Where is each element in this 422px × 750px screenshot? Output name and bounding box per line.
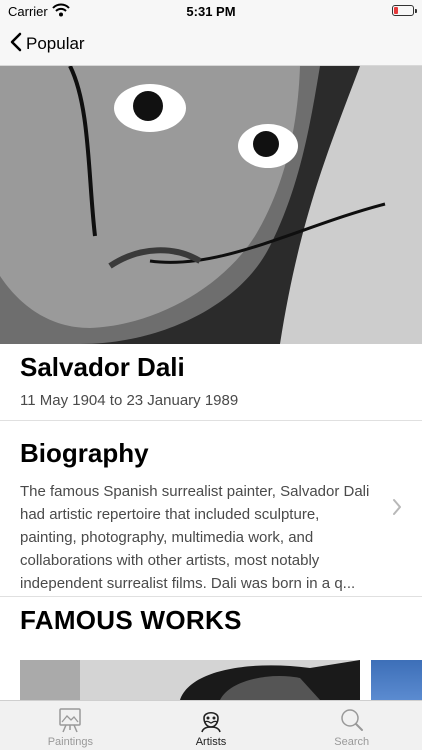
- divider: [0, 420, 422, 421]
- divider: [0, 596, 422, 597]
- easel-icon: [57, 707, 83, 738]
- battery-level: [394, 7, 398, 14]
- chevron-left-icon: [10, 32, 22, 57]
- back-button[interactable]: Popular: [10, 30, 85, 58]
- tab-artists[interactable]: Artists: [141, 701, 282, 750]
- tab-paintings[interactable]: Paintings: [0, 701, 141, 750]
- back-button-label: Popular: [26, 34, 85, 53]
- battery-icon: [392, 5, 417, 16]
- artist-portrait: [0, 66, 422, 344]
- status-bar: Carrier 5:31 PM: [0, 0, 422, 22]
- artist-dates: 11 May 1904 to 23 January 1989: [20, 392, 239, 409]
- biography-text[interactable]: The famous Spanish surrealist painter, S…: [20, 480, 376, 595]
- artist-name: Salvador Dali: [20, 352, 185, 382]
- artist-icon: [198, 707, 224, 738]
- navigation-bar: Popular: [0, 22, 422, 66]
- status-time: 5:31 PM: [186, 4, 236, 19]
- chevron-right-icon[interactable]: [392, 498, 402, 521]
- tab-bar: Paintings Artists Search: [0, 700, 422, 750]
- famous-work-thumbnail[interactable]: [371, 660, 422, 700]
- tab-search[interactable]: Search: [281, 701, 422, 750]
- famous-work-thumbnail[interactable]: [20, 660, 360, 700]
- biography-title: Biography: [20, 438, 149, 468]
- famous-works-title: FAMOUS WORKS: [20, 605, 242, 635]
- search-icon: [339, 707, 365, 738]
